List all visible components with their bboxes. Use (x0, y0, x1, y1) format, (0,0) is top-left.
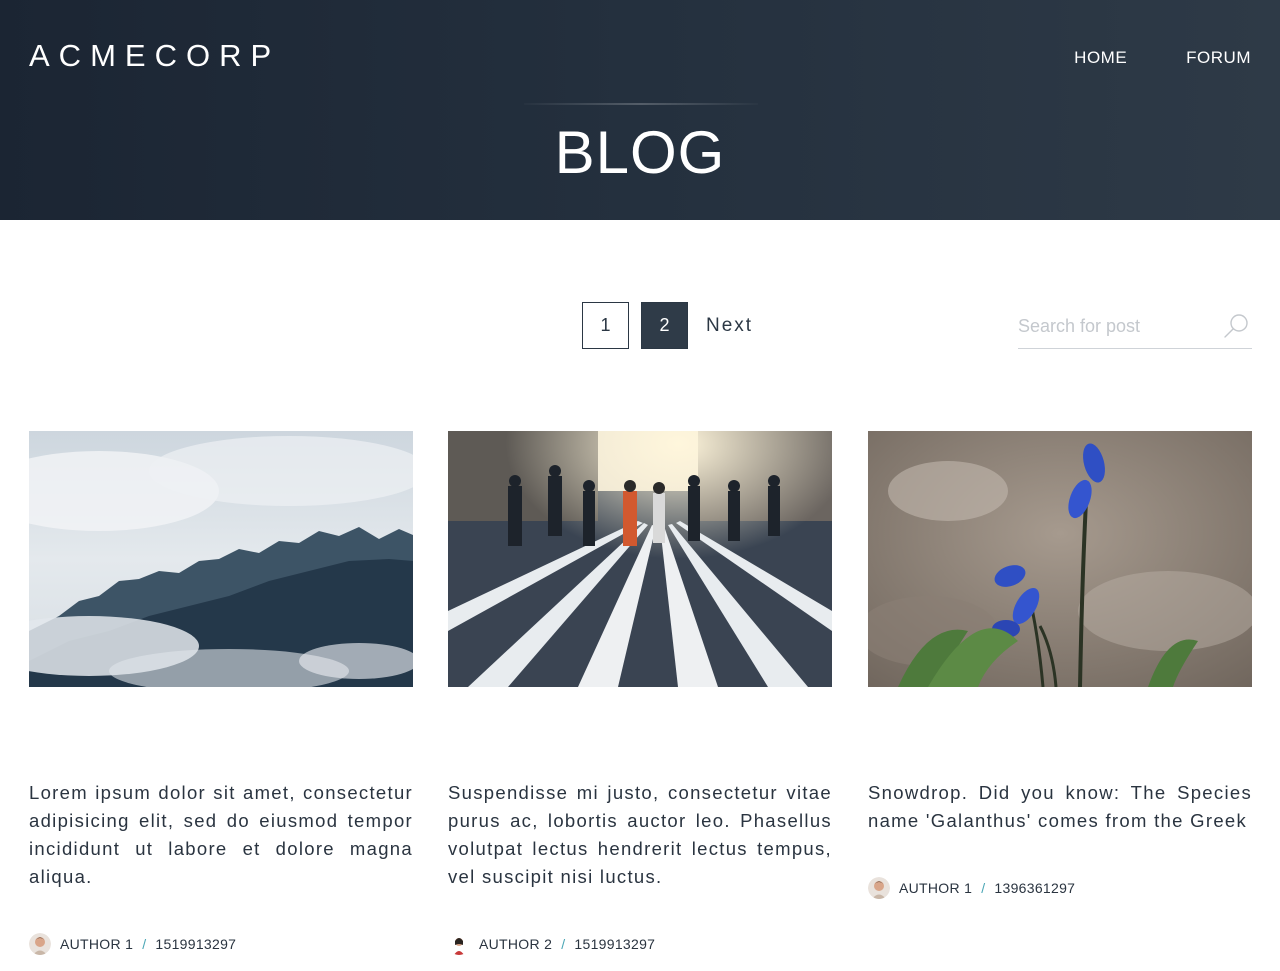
nav-home-link[interactable]: HOME (1074, 48, 1127, 68)
post-timestamp: 1519913297 (574, 936, 656, 952)
crosswalk-crowd-photo[interactable] (448, 431, 832, 687)
nav-forum-link[interactable]: FORUM (1186, 48, 1251, 68)
misty-forest-photo[interactable] (29, 431, 413, 687)
post-card: Suspendisse mi justo, consectetur vitae … (448, 431, 832, 955)
search-icon[interactable] (1222, 312, 1250, 340)
author-name[interactable]: AUTHOR 1 (60, 936, 133, 952)
author-name[interactable]: AUTHOR 1 (899, 880, 972, 896)
meta-separator: / (981, 880, 986, 896)
author-avatar (868, 877, 890, 899)
page-title: BLOG (554, 119, 726, 186)
post-meta: AUTHOR 1 / 1396361297 (868, 877, 1252, 899)
author-name[interactable]: AUTHOR 2 (479, 936, 552, 952)
post-excerpt: Snowdrop. Did you know: The Species name… (868, 782, 1252, 831)
post-card: Snowdrop. Did you know: The Species name… (868, 431, 1252, 899)
next-page-link[interactable]: Next (706, 315, 753, 337)
page-1-button[interactable]: 1 (582, 302, 629, 349)
meta-separator: / (561, 936, 566, 952)
main-nav: HOME FORUM (1074, 48, 1251, 68)
snowdrop-flower-photo[interactable] (868, 431, 1252, 687)
post-meta: AUTHOR 2 / 1519913297 (448, 933, 832, 955)
post-timestamp: 1519913297 (155, 936, 237, 952)
pagination: 1 2 Next (582, 302, 753, 349)
author-avatar (448, 933, 470, 955)
brand-logo[interactable]: ACMECORP (29, 38, 280, 74)
author-avatar (29, 933, 51, 955)
search-input[interactable] (1018, 308, 1218, 344)
blog-hero-header: ACMECORP HOME FORUM BLOG (0, 0, 1280, 220)
title-divider (524, 103, 758, 105)
search-box (1018, 308, 1252, 349)
post-meta: AUTHOR 1 / 1519913297 (29, 933, 413, 955)
post-card: Lorem ipsum dolor sit amet, consectetur … (29, 431, 413, 955)
post-timestamp: 1396361297 (994, 880, 1076, 896)
page-2-button[interactable]: 2 (641, 302, 688, 349)
meta-separator: / (142, 936, 147, 952)
post-excerpt: Lorem ipsum dolor sit amet, consectetur … (29, 782, 413, 887)
post-excerpt: Suspendisse mi justo, consectetur vitae … (448, 782, 832, 887)
